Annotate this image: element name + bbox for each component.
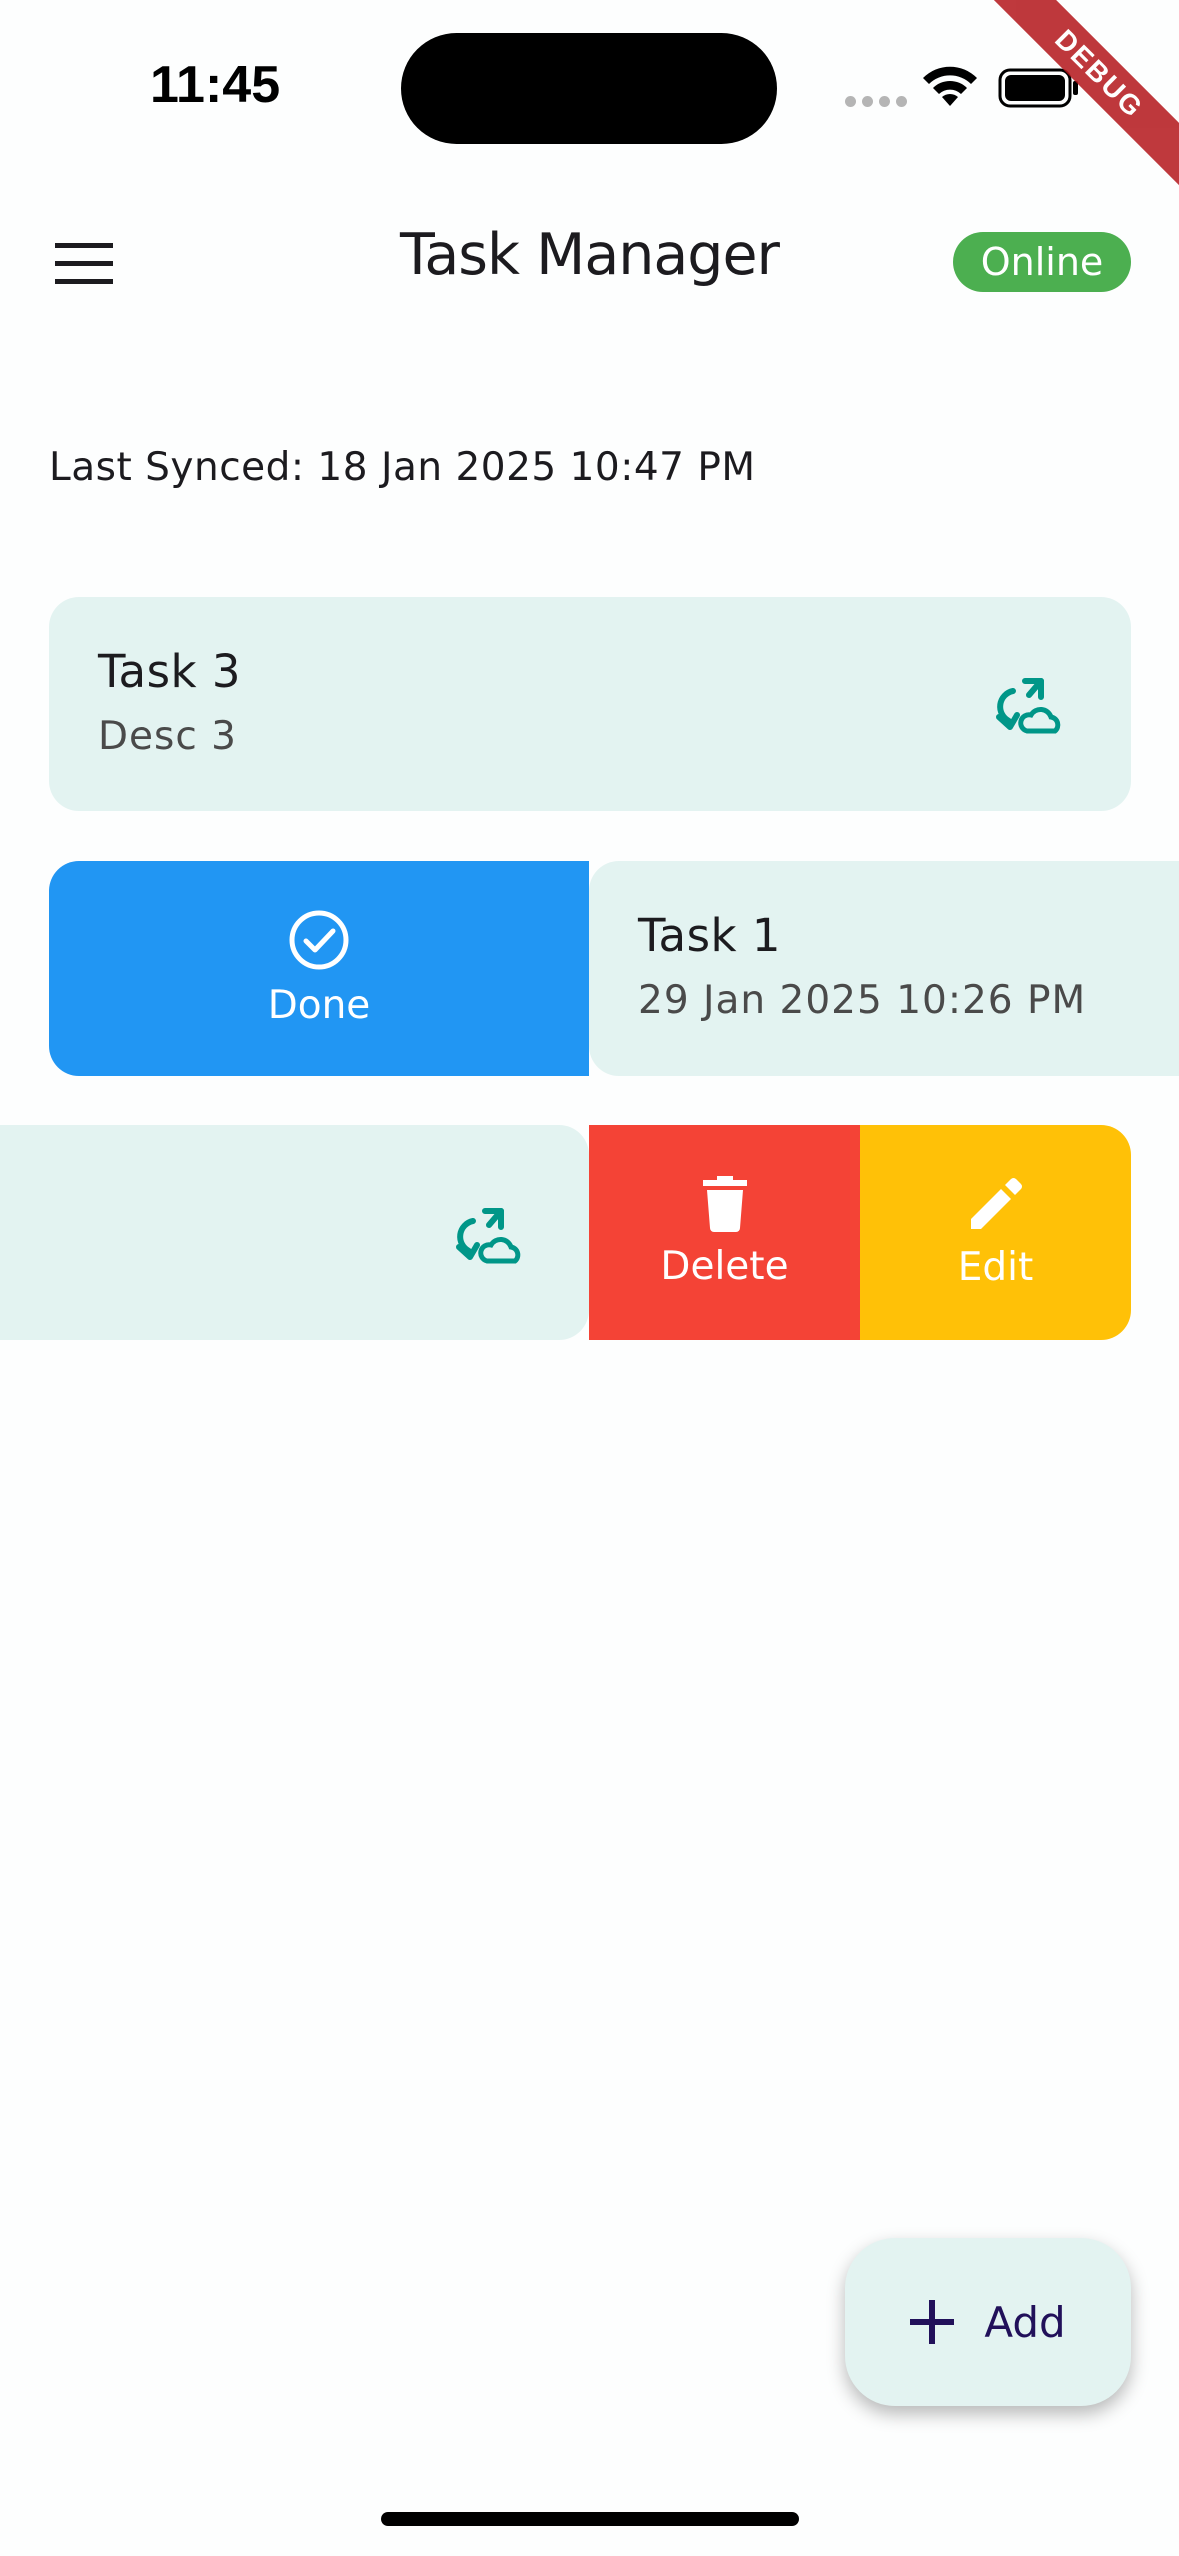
add-label: Add [984,2297,1066,2347]
edit-action-button[interactable]: Edit [860,1125,1131,1340]
delete-label: Delete [660,1244,789,1289]
status-time: 11:45 [150,56,281,114]
task-card[interactable]: Task 3 Desc 3 [49,597,1131,811]
trash-icon [702,1176,747,1232]
cloud-sync-icon[interactable] [995,677,1063,737]
dynamic-island [401,33,777,144]
task-card[interactable]: Task 1 29 Jan 2025 10:26 PM [589,861,1179,1076]
task-card[interactable] [0,1125,589,1340]
status-badge: Online [953,232,1131,292]
task-description: Desc 3 [98,714,237,759]
plus-icon [910,2300,955,2344]
delete-action-button[interactable]: Delete [589,1125,860,1340]
pencil-icon [970,1178,1022,1229]
done-action-button[interactable]: Done [49,861,589,1076]
check-circle-icon [289,910,349,970]
add-task-button[interactable]: Add [845,2238,1131,2406]
debug-banner-label: DEBUG [989,0,1179,190]
cloud-sync-icon[interactable] [455,1207,523,1267]
home-indicator[interactable] [381,2512,799,2526]
edit-label: Edit [957,1245,1034,1290]
task-date: 29 Jan 2025 10:26 PM [638,978,1087,1023]
done-label: Done [267,983,371,1028]
task-title: Task 1 [638,909,782,962]
screen: 11:45 DEBUG Task Manager Online Last Syn… [0,0,1179,2556]
task-title: Task 3 [98,645,242,698]
debug-banner: DEBUG [989,0,1179,190]
cellular-signal-icon [845,96,907,107]
last-synced-text: Last Synced: 18 Jan 2025 10:47 PM [49,445,756,490]
wifi-icon [923,66,977,106]
